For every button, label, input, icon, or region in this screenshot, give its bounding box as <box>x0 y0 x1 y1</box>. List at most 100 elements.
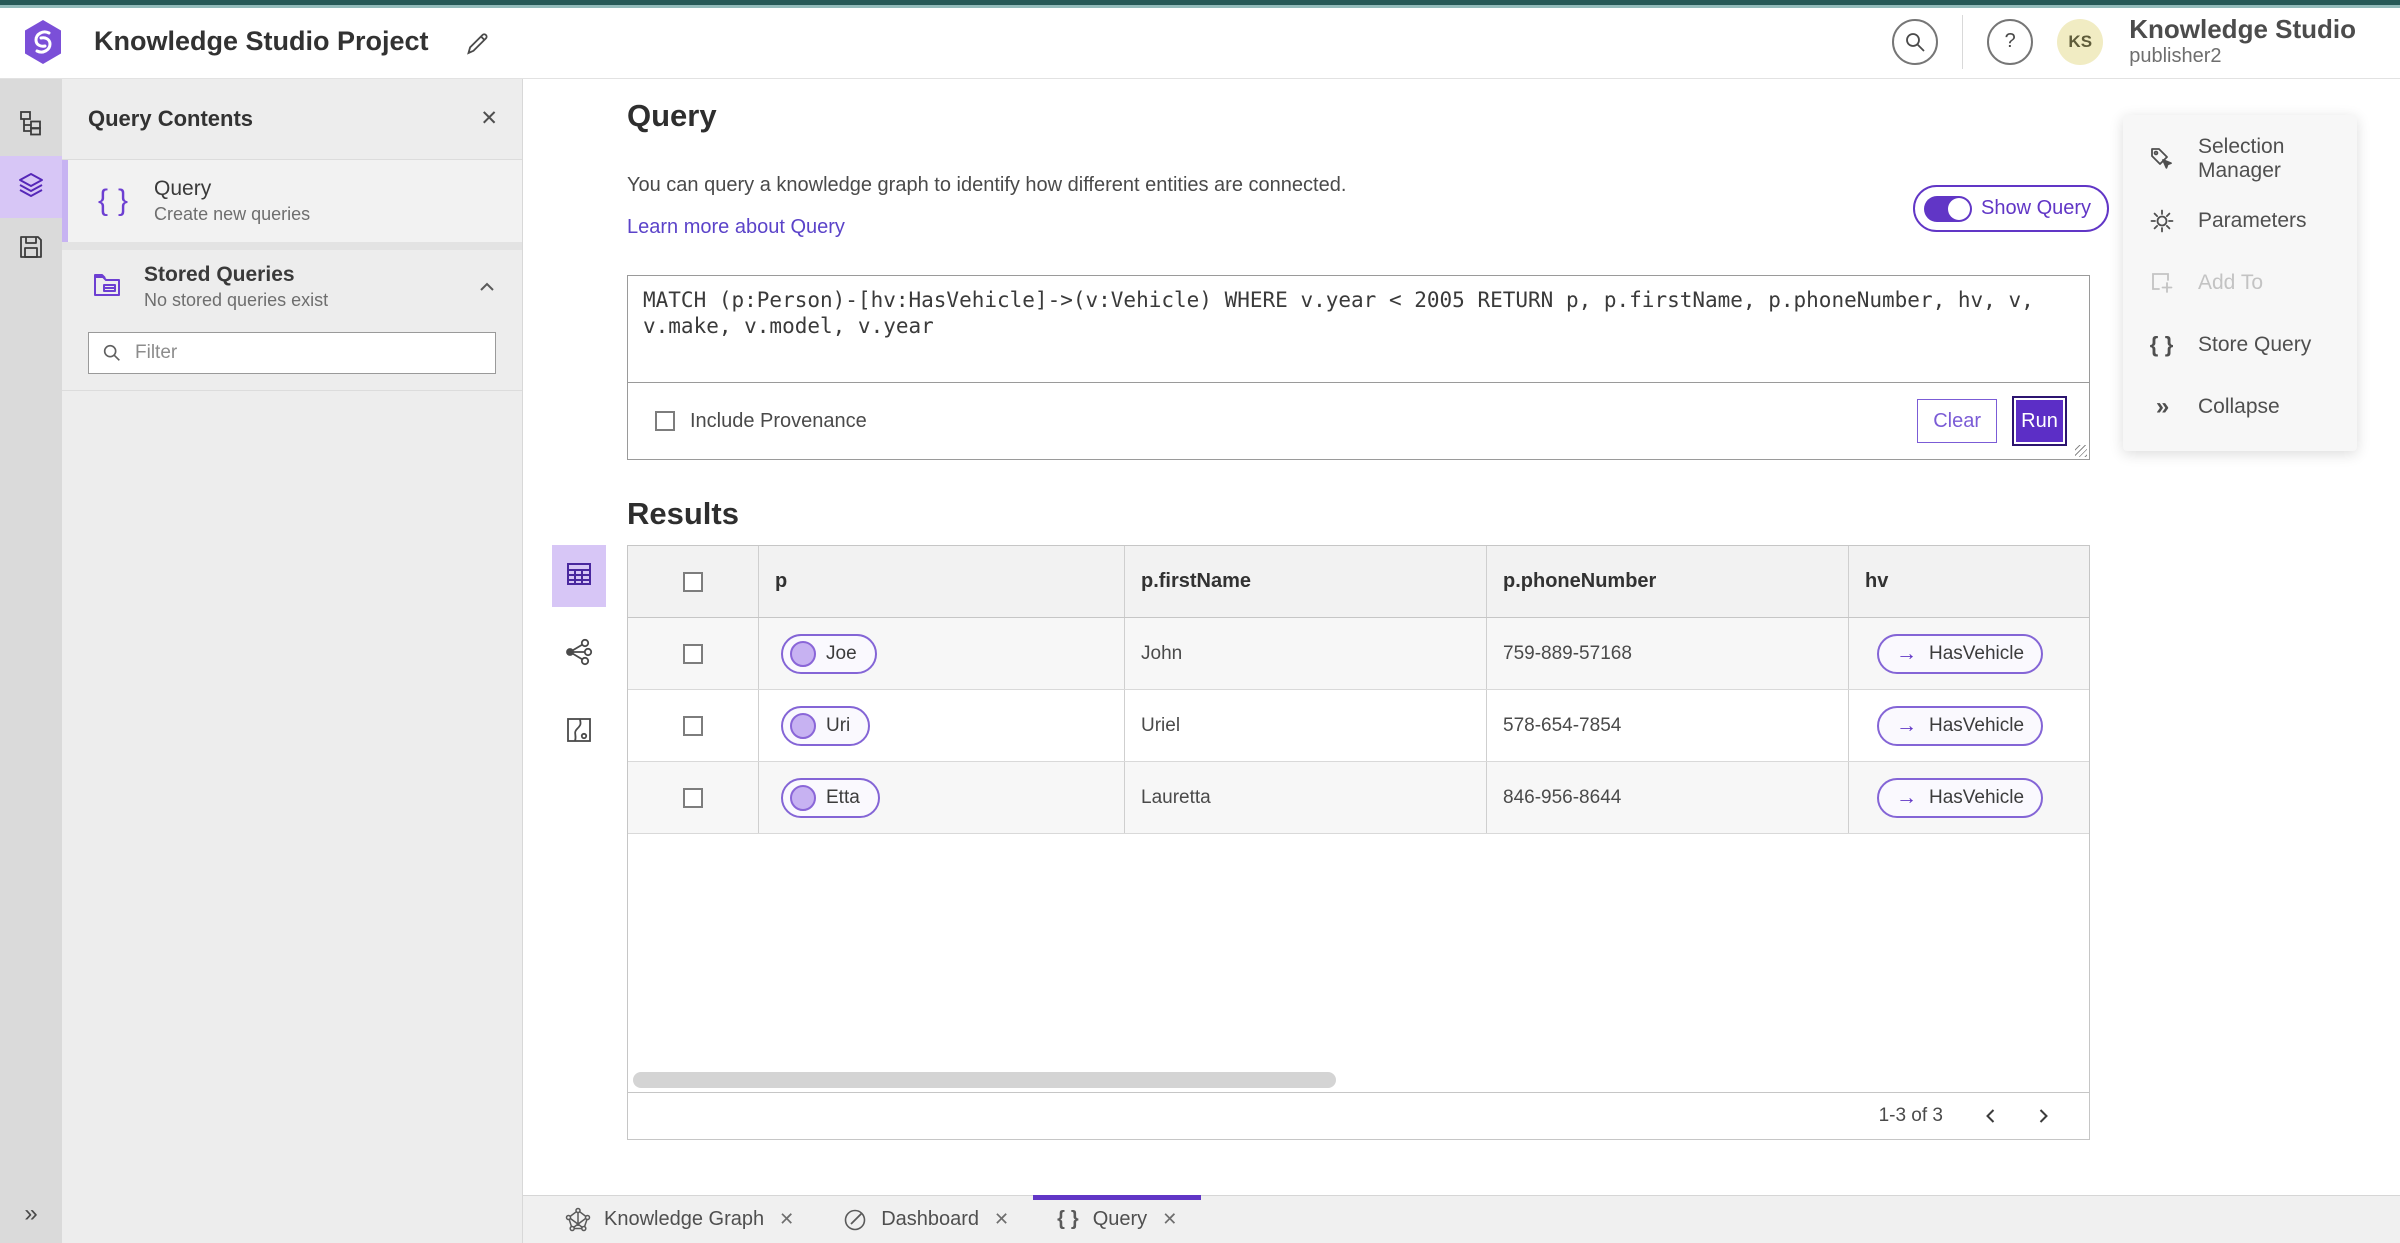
menu-item-parameters[interactable]: Parameters <box>2123 190 2357 252</box>
panel-item-stored-queries[interactable]: Stored Queries No stored queries exist <box>62 250 522 324</box>
row-checkbox-cell <box>628 690 759 761</box>
entity-cell: Uri <box>759 690 1125 761</box>
relationship-cell: → HasVehicle <box>1849 690 2089 761</box>
relationship-pill[interactable]: → HasVehicle <box>1877 705 2044 746</box>
toggle-switch-icon[interactable] <box>1924 195 1972 222</box>
help-button[interactable]: ? <box>1987 18 2034 65</box>
results-table-card: p p.firstName p.phoneNumber hv Joe John … <box>627 545 2090 1140</box>
filter-field <box>88 332 496 374</box>
entity-cell: Etta <box>759 762 1125 833</box>
tab-dashboard[interactable]: Dashboard ✕ <box>818 1196 1033 1243</box>
previous-page-button[interactable] <box>1969 1096 2013 1136</box>
column-header-phonenumber[interactable]: p.phoneNumber <box>1487 546 1849 617</box>
entity-pill[interactable]: Etta <box>781 777 880 818</box>
tab-label: Query <box>1092 1208 1148 1230</box>
rail-expand-button[interactable]: » <box>0 1191 62 1237</box>
clear-button[interactable]: Clear <box>1917 399 1997 443</box>
question-mark-icon: ? <box>2004 30 2016 52</box>
horizontal-scrollbar[interactable] <box>633 1072 1336 1088</box>
entity-node-icon <box>790 640 816 667</box>
select-all-checkbox[interactable] <box>683 571 703 592</box>
row-checkbox[interactable] <box>683 643 703 664</box>
table-row[interactable]: Etta Lauretta 846-956-8644 → HasVehicle <box>628 762 2089 834</box>
view-map-button[interactable] <box>552 701 606 763</box>
relationship-label: HasVehicle <box>1929 714 2025 736</box>
next-page-button[interactable] <box>2021 1096 2065 1136</box>
menu-item-label: Store Query <box>2198 333 2312 356</box>
learn-more-link[interactable]: Learn more about Query <box>627 216 845 239</box>
user-block[interactable]: Knowledge Studio publisher2 <box>2129 14 2356 68</box>
rail-item-data-model[interactable] <box>0 94 62 156</box>
entity-pill[interactable]: Joe <box>781 633 877 674</box>
include-provenance-checkbox[interactable] <box>655 411 675 431</box>
relationship-pill[interactable]: → HasVehicle <box>1877 633 2044 674</box>
row-checkbox[interactable] <box>683 787 703 808</box>
link-chart-icon <box>564 637 594 672</box>
avatar-initials: KS <box>2068 31 2093 51</box>
row-checkbox[interactable] <box>683 715 703 736</box>
column-header-firstname[interactable]: p.firstName <box>1125 546 1487 617</box>
query-heading: Query <box>627 98 717 133</box>
show-query-toggle[interactable]: Show Query <box>1913 185 2110 232</box>
panel-item-query[interactable]: { } Query Create new queries <box>62 160 522 242</box>
view-table-button[interactable] <box>552 545 606 607</box>
data-model-icon <box>17 109 45 142</box>
column-header-hv[interactable]: hv <box>1849 546 2089 617</box>
project-title: Knowledge Studio Project <box>94 26 429 56</box>
edit-title-icon[interactable] <box>463 28 491 56</box>
relationship-pill[interactable]: → HasVehicle <box>1877 777 2044 818</box>
entity-pill[interactable]: Uri <box>781 705 871 746</box>
table-row[interactable]: Uri Uriel 578-654-7854 → HasVehicle <box>628 690 2089 762</box>
menu-item-store-query[interactable]: { } Store Query <box>2123 314 2357 376</box>
close-icon[interactable]: ✕ <box>779 1209 794 1230</box>
row-checkbox-cell <box>628 762 759 833</box>
menu-item-label: Parameters <box>2198 209 2307 232</box>
entity-label: Joe <box>826 642 857 664</box>
query-item-subtitle: Create new queries <box>154 204 311 224</box>
rail-item-save[interactable] <box>0 218 62 280</box>
arrow-right-icon: → <box>1896 786 1917 809</box>
tab-knowledge-graph[interactable]: Knowledge Graph ✕ <box>541 1196 818 1243</box>
phonenumber-cell: 846-956-8644 <box>1487 762 1849 833</box>
gear-icon <box>2148 207 2176 235</box>
view-link-chart-button[interactable] <box>552 623 606 685</box>
stored-queries-folder-icon <box>92 270 124 305</box>
close-icon[interactable]: ✕ <box>1162 1209 1177 1230</box>
tab-query[interactable]: { } Query ✕ <box>1033 1195 1202 1243</box>
resize-handle[interactable] <box>2075 445 2087 457</box>
panel-close-icon[interactable]: ✕ <box>480 106 498 131</box>
entity-node-icon <box>790 712 816 739</box>
stored-item-subtitle: No stored queries exist <box>144 290 329 310</box>
avatar[interactable]: KS <box>2057 18 2104 65</box>
query-tools-menu: Selection Manager Parameters Add To {} … <box>2123 115 2357 451</box>
close-icon[interactable]: ✕ <box>994 1209 1009 1230</box>
query-actions-row: Include Provenance Clear Run <box>628 383 2089 459</box>
filter-input[interactable] <box>135 342 483 364</box>
menu-item-selection-manager[interactable]: Selection Manager <box>2123 128 2357 190</box>
query-editor-box: MATCH (p:Person)-[hv:HasVehicle]->(v:Veh… <box>627 275 2090 460</box>
run-button[interactable]: Run <box>2012 396 2067 446</box>
app-logo-icon[interactable] <box>22 19 64 65</box>
chevron-left-icon <box>1986 1109 1995 1123</box>
tab-label: Dashboard <box>881 1208 980 1230</box>
bottom-tab-bar: Knowledge Graph ✕ Dashboard ✕ { } Query … <box>523 1195 2400 1243</box>
panel-title: Query Contents <box>88 105 254 131</box>
table-row[interactable]: Joe John 759-889-57168 → HasVehicle <box>628 618 2089 690</box>
relationship-label: HasVehicle <box>1929 786 2025 808</box>
menu-item-label: Selection Manager <box>2198 135 2285 182</box>
arrow-right-icon: → <box>1896 642 1917 665</box>
main-content: Query You can query a knowledge graph to… <box>523 78 2400 1195</box>
column-header-p[interactable]: p <box>759 546 1125 617</box>
braces-icon: { } <box>98 184 131 217</box>
chevron-up-icon[interactable] <box>476 276 498 298</box>
user-role: publisher2 <box>2129 44 2222 67</box>
panel-end-line <box>62 390 522 391</box>
menu-item-collapse[interactable]: » Collapse <box>2123 376 2357 438</box>
search-button[interactable] <box>1892 18 1939 65</box>
rail-item-contents[interactable] <box>0 156 62 218</box>
user-name: Knowledge Studio <box>2129 14 2356 45</box>
entity-node-icon <box>790 784 816 811</box>
chevron-right-icon <box>2039 1109 2048 1123</box>
query-text-input[interactable]: MATCH (p:Person)-[hv:HasVehicle]->(v:Veh… <box>628 276 2089 383</box>
pagination-label: 1-3 of 3 <box>1878 1105 1943 1126</box>
